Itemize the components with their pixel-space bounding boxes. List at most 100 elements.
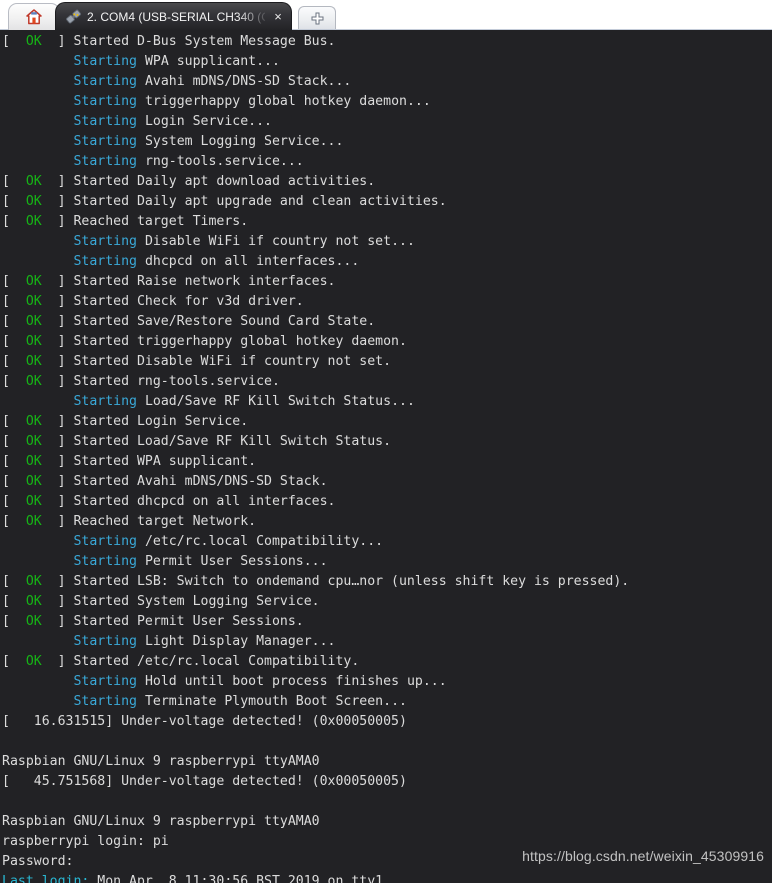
status-starting: Starting — [73, 674, 137, 689]
line-text: Permit User Sessions... — [137, 554, 328, 569]
status-starting: Starting — [73, 54, 137, 69]
terminal-line: Starting Avahi mDNS/DNS-SD Stack... — [2, 72, 772, 92]
terminal-line: [ 16.631515] Under-voltage detected! (0x… — [2, 712, 772, 732]
line-text: [ 16.631515] Under-voltage detected! (0x… — [2, 714, 407, 729]
line-text: triggerhappy global hotkey daemon... — [137, 94, 431, 109]
line-text: WPA supplicant... — [137, 54, 280, 69]
terminal-line: [ OK ] Started WPA supplicant. — [2, 452, 772, 472]
line-text: ] Started triggerhappy global hotkey dae… — [57, 334, 407, 349]
bracket-open: [ — [2, 574, 10, 589]
watermark-text: https://blog.csdn.net/weixin_45309916 — [522, 848, 764, 864]
plus-icon — [311, 12, 324, 25]
terminal-line: Last login: Mon Apr 8 11:30:56 BST 2019 … — [2, 872, 772, 883]
line-text: Disable WiFi if country not set... — [137, 234, 415, 249]
terminal-line: [ OK ] Started Avahi mDNS/DNS-SD Stack. — [2, 472, 772, 492]
terminal-line: Starting System Logging Service... — [2, 132, 772, 152]
status-starting: Starting — [73, 554, 137, 569]
terminal-line: Starting Login Service... — [2, 112, 772, 132]
terminal-line: [ OK ] Started Daily apt download activi… — [2, 172, 772, 192]
terminal-line: [ OK ] Started rng-tools.service. — [2, 372, 772, 392]
status-ok: OK — [9, 514, 58, 529]
line-text: ] Started WPA supplicant. — [57, 454, 257, 469]
terminal-output[interactable]: [ OK ] Started D-Bus System Message Bus.… — [0, 30, 772, 883]
line-text: ] Reached target Network. — [57, 514, 257, 529]
status-ok: OK — [9, 374, 58, 389]
bracket-open: [ — [2, 314, 10, 329]
terminal-panel[interactable]: [ OK ] Started D-Bus System Message Bus.… — [0, 29, 772, 883]
line-text: ] Reached target Timers. — [57, 214, 249, 229]
status-ok: OK — [9, 454, 58, 469]
status-starting: Starting — [73, 114, 137, 129]
status-ok: OK — [9, 494, 58, 509]
line-text: Password: — [2, 854, 74, 869]
terminal-line: [ OK ] Started Disable WiFi if country n… — [2, 352, 772, 372]
status-ok: OK — [9, 594, 58, 609]
status-ok: OK — [9, 574, 58, 589]
line-text: Avahi mDNS/DNS-SD Stack... — [137, 74, 352, 89]
line-text: ] Started Permit User Sessions. — [57, 614, 304, 629]
bracket-open: [ — [2, 414, 10, 429]
bracket-open: [ — [2, 174, 10, 189]
home-icon — [25, 8, 43, 26]
bracket-open: [ — [2, 474, 10, 489]
line-text: ] Started Check for v3d driver. — [57, 294, 304, 309]
terminal-line: Starting Permit User Sessions... — [2, 552, 772, 572]
bracket-open: [ — [2, 274, 10, 289]
line-text: ] Started dhcpcd on all interfaces. — [57, 494, 336, 509]
terminal-line: Starting Disable WiFi if country not set… — [2, 232, 772, 252]
terminal-line: [ OK ] Started Daily apt upgrade and cle… — [2, 192, 772, 212]
terminal-line: [ OK ] Started Permit User Sessions. — [2, 612, 772, 632]
tab-label: 2. COM4 (USB-SERIAL CH340 (COM — [87, 9, 265, 24]
terminal-line: Starting dhcpcd on all interfaces... — [2, 252, 772, 272]
status-starting: Starting — [73, 534, 137, 549]
bracket-open: [ — [2, 294, 10, 309]
status-ok: OK — [9, 34, 58, 49]
close-icon[interactable]: × — [271, 10, 285, 24]
terminal-line: [ OK ] Started Load/Save RF Kill Switch … — [2, 432, 772, 452]
terminal-line: [ OK ] Started D-Bus System Message Bus. — [2, 32, 772, 52]
new-tab-button[interactable] — [298, 6, 336, 29]
terminal-line: [ OK ] Started dhcpcd on all interfaces. — [2, 492, 772, 512]
terminal-line: [ OK ] Started triggerhappy global hotke… — [2, 332, 772, 352]
line-text: ] Started Load/Save RF Kill Switch Statu… — [57, 434, 392, 449]
status-starting: Starting — [73, 94, 137, 109]
status-ok: OK — [9, 654, 58, 669]
line-text: raspberrypi login: pi — [2, 834, 169, 849]
status-ok: OK — [9, 354, 58, 369]
status-ok: OK — [9, 334, 58, 349]
terminal-line: [ OK ] Reached target Network. — [2, 512, 772, 532]
line-text: ] Started Daily apt upgrade and clean ac… — [57, 194, 447, 209]
terminal-line: Starting Hold until boot process finishe… — [2, 672, 772, 692]
terminal-line: Raspbian GNU/Linux 9 raspberrypi ttyAMA0 — [2, 812, 772, 832]
line-text: ] Started Daily apt download activities. — [57, 174, 376, 189]
terminal-line: [ OK ] Started System Logging Service. — [2, 592, 772, 612]
line-text: [ 45.751568] Under-voltage detected! (0x… — [2, 774, 407, 789]
line-text: Login Service... — [137, 114, 272, 129]
status-starting: Starting — [73, 154, 137, 169]
last-login-label: Last login: — [2, 874, 90, 883]
line-text: ] Started Login Service. — [57, 414, 249, 429]
terminal-line: Starting Terminate Plymouth Boot Screen.… — [2, 692, 772, 712]
bracket-open: [ — [2, 454, 10, 469]
status-ok: OK — [9, 474, 58, 489]
status-starting: Starting — [73, 634, 137, 649]
status-starting: Starting — [73, 234, 137, 249]
terminal-line: [ OK ] Started Check for v3d driver. — [2, 292, 772, 312]
line-text: Hold until boot process finishes up... — [137, 674, 447, 689]
status-starting: Starting — [73, 254, 137, 269]
status-starting: Starting — [73, 134, 137, 149]
tab-home[interactable] — [8, 3, 60, 30]
tab-serial-com4[interactable]: 2. COM4 (USB-SERIAL CH340 (COM × — [55, 2, 292, 30]
line-text: Raspbian GNU/Linux 9 raspberrypi ttyAMA0 — [2, 754, 320, 769]
line-text: Terminate Plymouth Boot Screen... — [137, 694, 407, 709]
status-ok: OK — [9, 414, 58, 429]
bracket-open: [ — [2, 514, 10, 529]
